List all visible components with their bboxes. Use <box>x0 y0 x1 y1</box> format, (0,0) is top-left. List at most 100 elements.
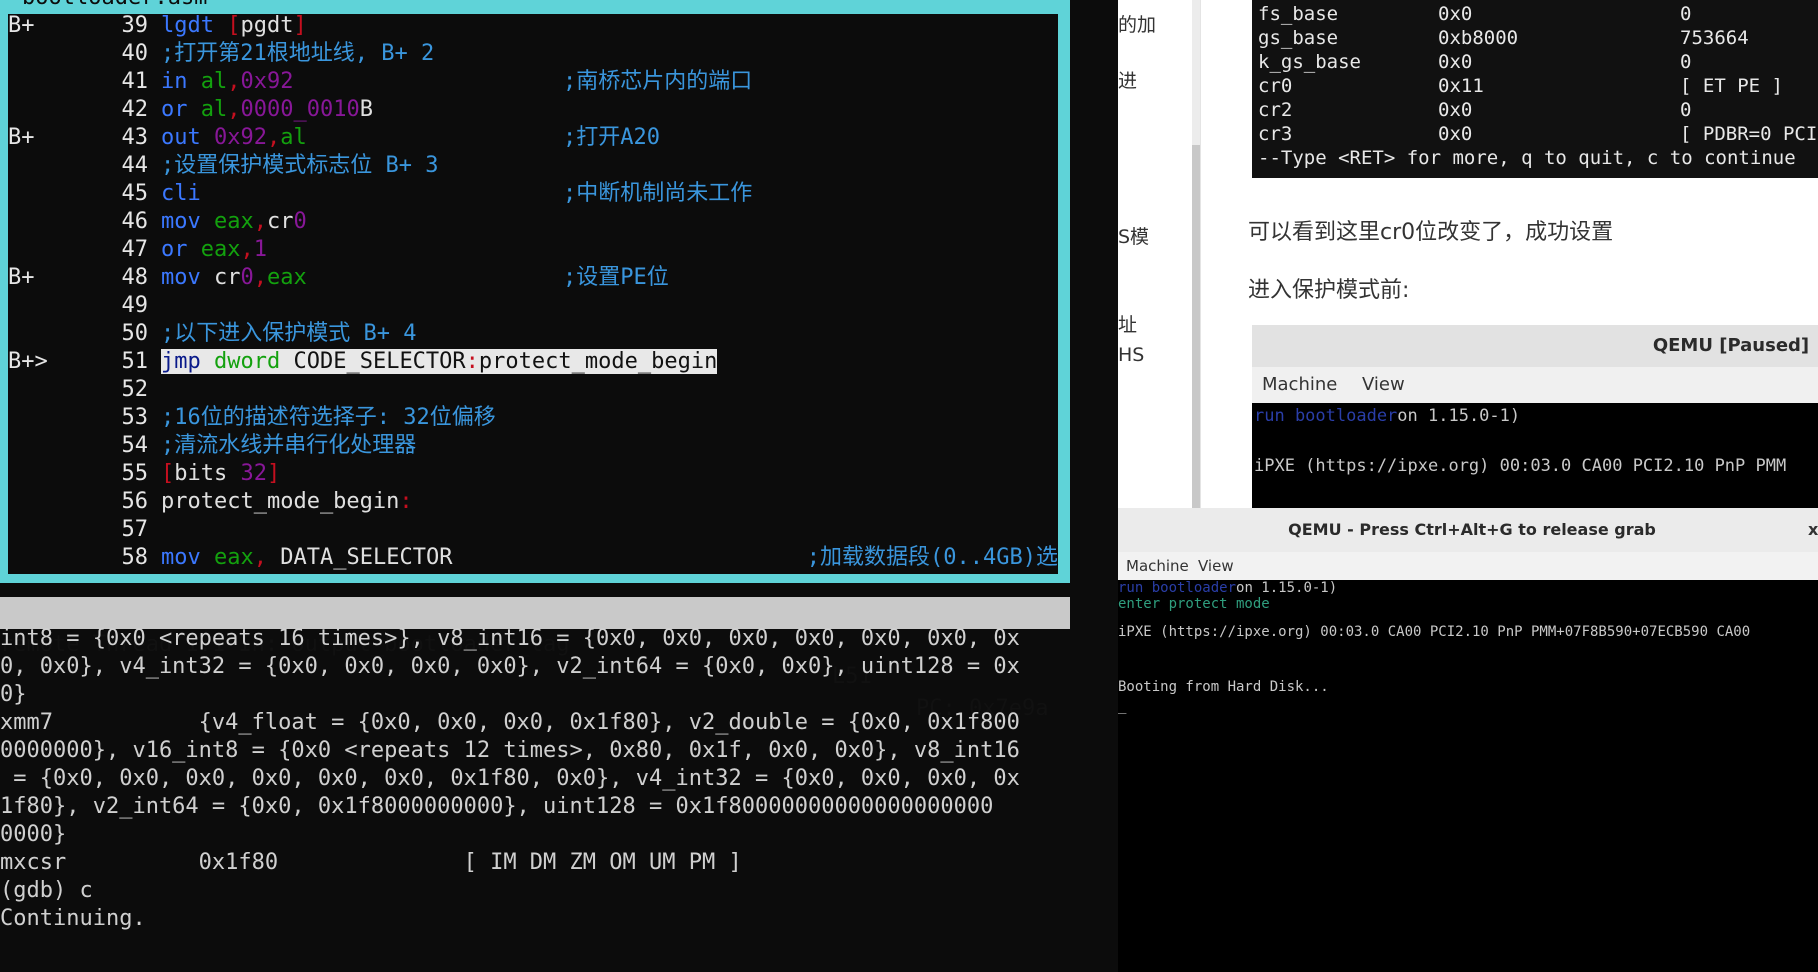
qemu-paused-window[interactable]: QEMU [Paused] Machine View run bootloade… <box>1252 325 1818 515</box>
doc-left-pane: 的加 进 S模 址 HS <box>1118 0 1200 510</box>
source-comment: ;南桥芯片内的端口 <box>563 69 753 94</box>
source-line: 53 ;16位的描述符选择子: 32位偏移 <box>8 404 1058 432</box>
qemu-grab-titlebar[interactable]: QEMU - Press Ctrl+Alt+G to release grab … <box>1118 508 1818 552</box>
doc-fragment: S模 <box>1118 226 1150 248</box>
doc-paragraph: 进入保护模式前: <box>1248 278 1410 303</box>
register-hex: 0xb8000 <box>1438 27 1519 49</box>
source-code: in al,0x92 <box>161 69 294 94</box>
qemu-paused-menubar: Machine View <box>1252 367 1818 403</box>
source-code: cli <box>161 181 201 206</box>
source-line: 49 <box>8 292 1058 320</box>
source-code-area[interactable]: B+ 39 lgdt [pgdt] 40 ;打开第21根地址线, B+ 2 41 in al… <box>8 14 1058 574</box>
qemu-grab-window[interactable]: QEMU - Press Ctrl+Alt+G to release grab … <box>1118 508 1818 972</box>
register-hex: 0x0 <box>1438 51 1473 73</box>
line-number: 56 <box>121 489 149 514</box>
source-code: jmp dword CODE_SELECTOR:protect_mode_beg… <box>161 349 718 374</box>
line-number: 40 <box>121 41 149 66</box>
line-number: 46 <box>121 209 149 234</box>
source-line: 54 ;清流水线并串行化处理器 <box>8 432 1058 460</box>
source-comment: ;设置PE位 <box>563 265 669 290</box>
register-name: cr0 <box>1258 75 1293 97</box>
source-comment: ;加载数据段(0..4GB)选 <box>806 545 1058 570</box>
gdb-output-line: (gdb) c <box>0 878 93 903</box>
source-line: 58 mov eax, DATA_SELECTOR ;加载数据段(0..4GB)选 <box>8 544 1059 572</box>
source-comment: ;中断机制尚未工作 <box>563 181 753 206</box>
line-number: 55 <box>121 461 149 486</box>
line-number: 53 <box>121 405 149 430</box>
register-val: 0 <box>1680 51 1692 73</box>
register-hex: 0x0 <box>1438 123 1473 145</box>
source-line: B+ 39 lgdt [pgdt] <box>8 14 1058 40</box>
continue-prompt: --Type <RET> for more, q to quit, c to c… <box>1258 147 1796 169</box>
gdb-output-line: 0, 0x0}, v4_int32 = {0x0, 0x0, 0x0, 0x0}… <box>0 654 1020 679</box>
doc-fragment: HS <box>1118 344 1145 366</box>
breakpoint-marker: B+ <box>8 265 35 290</box>
menu-machine[interactable]: Machine <box>1126 552 1189 580</box>
gdb-output-line: 1f80}, v2_int64 = {0x0, 0x1f8000000000},… <box>0 794 994 819</box>
gdb-output-line: mxcsr 0x1f80 [ IM DM ZM OM UM PM ] <box>0 850 742 875</box>
source-line: 57 <box>8 516 1058 544</box>
line-number: 57 <box>121 517 149 542</box>
gdb-output-line: 0000} <box>0 822 67 847</box>
menu-view[interactable]: View <box>1362 367 1405 403</box>
source-code: or al,0000_0010B <box>161 97 373 122</box>
qemu-paused-line: iPXE (https://ipxe.org) 00:03.0 CA00 PCI… <box>1254 456 1787 476</box>
breakpoint-marker: B+ <box>8 125 35 150</box>
register-val: 753664 <box>1680 27 1749 49</box>
doc-fragment: 进 <box>1118 70 1138 92</box>
register-hex: 0x11 <box>1438 75 1484 97</box>
register-name: cr3 <box>1258 123 1293 145</box>
qemu-grab-title: QEMU - Press Ctrl+Alt+G to release grab <box>1288 520 1656 539</box>
source-line: 40 ;打开第21根地址线, B+ 2 <box>8 40 1058 68</box>
gdb-output-line: = {0x0, 0x0, 0x0, 0x0, 0x0, 0x0, 0x1f80,… <box>0 766 1020 791</box>
source-code: [bits 32] <box>161 461 281 486</box>
menu-machine[interactable]: Machine <box>1262 367 1337 403</box>
breakpoint-marker: B+> <box>8 349 48 374</box>
breakpoint-marker: B+ <box>8 14 35 38</box>
line-number: 58 <box>121 545 149 570</box>
line-number: 42 <box>121 97 149 122</box>
doc-divider <box>1200 0 1201 510</box>
source-code: out 0x92,al <box>161 125 307 150</box>
source-line: B+ 48 mov cr0,eax ;设置PE位 <box>8 264 1058 292</box>
line-number: 45 <box>121 181 149 206</box>
gdb-terminal[interactable]: bootloader.asm B+ 39 lgdt [pgdt] 40 ;打开第21根地… <box>0 0 1118 972</box>
line-number: 44 <box>121 153 149 178</box>
gdb-output-line: int8 = {0x0 <repeats 16 times>}, v8_int1… <box>0 626 1020 651</box>
menu-view[interactable]: View <box>1198 552 1234 580</box>
register-dump: fs_base 0x0 0 gs_base 0xb8000 753664 k_gs_base… <box>1252 0 1818 178</box>
gdb-output-line: xmm7 {v4_float = {0x0, 0x0, 0x0, 0x1f80}… <box>0 710 1020 735</box>
source-line: 44 ;设置保护模式标志位 B+ 3 <box>8 152 1058 180</box>
register-hex: 0x0 <box>1438 3 1473 25</box>
register-val: 0 <box>1680 3 1692 25</box>
qemu-grab-line: run bootloaderon 1.15.0-1) <box>1118 580 1338 596</box>
source-code: mov cr0,eax <box>161 265 307 290</box>
line-number: 43 <box>121 125 149 150</box>
gdb-output-line: 0} <box>0 682 27 707</box>
register-val: [ ET PE ] <box>1680 75 1783 97</box>
qemu-grab-line: enter protect mode <box>1118 596 1270 612</box>
line-number: 54 <box>121 433 149 458</box>
source-code: mov eax, DATA_SELECTOR <box>161 545 453 570</box>
close-icon[interactable]: x <box>1808 508 1818 552</box>
source-line: 46 mov eax,cr0 <box>8 208 1058 236</box>
qemu-paused-line: run bootloaderon 1.15.0-1) <box>1254 406 1521 426</box>
source-line: 50 ;以下进入保护模式 B+ 4 <box>8 320 1058 348</box>
qemu-paused-titlebar[interactable]: QEMU [Paused] <box>1252 325 1818 367</box>
doc-scrollbar-thumb[interactable] <box>1192 145 1200 515</box>
qemu-grab-line: iPXE (https://ipxe.org) 00:03.0 CA00 PCI… <box>1118 624 1751 640</box>
source-line: 47 or eax,1 <box>8 236 1058 264</box>
source-line: 52 <box>8 376 1058 404</box>
qemu-grab-line: Booting from Hard Disk... <box>1118 679 1329 695</box>
source-comment: ;打开A20 <box>563 125 660 150</box>
register-name: fs_base <box>1258 3 1339 25</box>
source-code: ;清流水线并串行化处理器 <box>161 433 417 458</box>
register-name: cr2 <box>1258 99 1293 121</box>
register-hex: 0x0 <box>1438 99 1473 121</box>
source-code: mov eax,cr0 <box>161 209 307 234</box>
gdb-output-line: Continuing. <box>0 906 146 931</box>
qemu-grab-menubar: Machine View <box>1118 552 1818 580</box>
register-name: gs_base <box>1258 27 1339 49</box>
source-line: 45 cli ;中断机制尚未工作 <box>8 180 1058 208</box>
gdb-output-line: 0000000}, v16_int8 = {0x0 <repeats 12 ti… <box>0 738 1020 763</box>
